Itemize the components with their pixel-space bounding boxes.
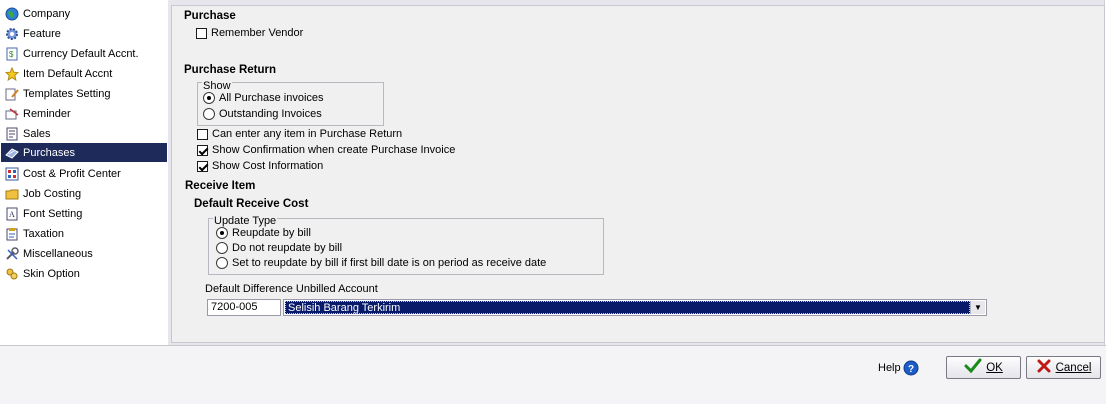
- radio-set-to-reupdate[interactable]: Set to reupdate by bill if first bill da…: [216, 257, 546, 269]
- font-document-icon: A: [4, 206, 20, 222]
- check-icon: [964, 358, 982, 377]
- ok-button[interactable]: OK: [946, 356, 1021, 379]
- sidebar-item-sales[interactable]: Sales: [1, 124, 167, 143]
- sidebar-item-cost-profit-center[interactable]: Cost & Profit Center: [1, 164, 167, 183]
- radio-reupdate-by-bill[interactable]: Reupdate by bill: [216, 227, 311, 239]
- purchase-return-section-header: Purchase Return: [184, 64, 277, 76]
- account-code-input[interactable]: 7200-005: [207, 299, 281, 316]
- gear-icon: [4, 26, 20, 42]
- sidebar-item-taxation[interactable]: Taxation: [1, 224, 167, 243]
- default-difference-account-label: Default Difference Unbilled Account: [205, 283, 378, 295]
- chevron-down-icon[interactable]: ▼: [970, 301, 985, 314]
- checkbox-box[interactable]: [197, 128, 208, 140]
- checkbox-label: Show Confirmation when create Purchase I…: [212, 144, 456, 156]
- skin-icon: [4, 266, 20, 282]
- sidebar-item-label: Templates Setting: [23, 87, 111, 100]
- sidebar-item-label: Item Default Accnt: [23, 67, 113, 80]
- radio-button[interactable]: [203, 108, 215, 120]
- sidebar-item-label: Currency Default Accnt.: [23, 47, 139, 60]
- sidebar-item-company[interactable]: Company: [1, 4, 167, 23]
- remember-vendor-checkbox[interactable]: Remember Vendor: [196, 27, 303, 39]
- radio-outstanding-invoices[interactable]: Outstanding Invoices: [203, 108, 322, 120]
- radio-button[interactable]: [216, 242, 228, 254]
- account-name-select[interactable]: Selisih Barang Terkirim ▼: [283, 299, 987, 316]
- checkbox-box[interactable]: [196, 27, 207, 39]
- svg-text:$: $: [9, 50, 14, 59]
- sidebar-item-feature[interactable]: Feature: [1, 24, 167, 43]
- tools-icon: [4, 246, 20, 262]
- svg-text:A: A: [9, 210, 15, 219]
- can-enter-any-item-checkbox[interactable]: Can enter any item in Purchase Return: [197, 128, 402, 140]
- sidebar-item-label: Taxation: [23, 227, 64, 240]
- show-group-title: Show: [202, 80, 232, 92]
- sidebar-item-miscellaneous[interactable]: Miscellaneous: [1, 244, 167, 263]
- sidebar-item-item-default[interactable]: Item Default Accnt: [1, 64, 167, 83]
- taxation-icon: [4, 226, 20, 242]
- sidebar-item-label: Purchases: [23, 146, 75, 159]
- checkbox-box[interactable]: [197, 144, 208, 156]
- cancel-button[interactable]: Cancel: [1026, 356, 1101, 379]
- radio-button[interactable]: [216, 257, 228, 269]
- show-confirmation-checkbox[interactable]: Show Confirmation when create Purchase I…: [197, 144, 455, 156]
- remember-vendor-label: Remember Vendor: [211, 27, 304, 39]
- sales-document-icon: [4, 126, 20, 142]
- sidebar-item-font-setting[interactable]: A Font Setting: [1, 204, 167, 223]
- svg-text:?: ?: [908, 364, 914, 375]
- sidebar-item-label: Feature: [23, 27, 61, 40]
- radio-label: Do not reupdate by bill: [232, 242, 343, 254]
- receive-item-section-header: Receive Item: [185, 180, 256, 192]
- radio-label: All Purchase invoices: [219, 92, 324, 104]
- star-icon: [4, 66, 20, 82]
- folder-icon: [4, 186, 20, 202]
- grid-chart-icon: [4, 166, 20, 182]
- sidebar-item-reminder[interactable]: Reminder: [1, 104, 167, 123]
- cancel-button-label: Cancel: [1055, 361, 1092, 374]
- show-cost-information-checkbox[interactable]: Show Cost Information: [197, 160, 323, 172]
- sidebar-item-label: Miscellaneous: [23, 247, 93, 260]
- sidebar-item-skin-option[interactable]: Skin Option: [1, 264, 167, 283]
- sidebar-item-label: Skin Option: [23, 267, 80, 280]
- radio-label: Reupdate by bill: [232, 227, 311, 239]
- radio-all-purchase-invoices[interactable]: All Purchase invoices: [203, 92, 324, 104]
- template-icon: [4, 86, 20, 102]
- close-icon: [1036, 358, 1052, 377]
- ok-button-label: OK: [986, 361, 1003, 374]
- update-type-group-title: Update Type: [213, 215, 278, 227]
- sidebar-item-label: Reminder: [23, 107, 71, 120]
- help-label[interactable]: Help: [878, 362, 901, 374]
- radio-do-not-reupdate[interactable]: Do not reupdate by bill: [216, 242, 342, 254]
- account-name-value: Selisih Barang Terkirim: [285, 301, 970, 314]
- sidebar-item-label: Cost & Profit Center: [23, 167, 121, 180]
- globe-icon: [4, 6, 20, 22]
- radio-button[interactable]: [203, 92, 215, 104]
- reminder-icon: [4, 106, 20, 122]
- sidebar-item-label: Sales: [23, 127, 51, 140]
- checkbox-box[interactable]: [197, 160, 208, 172]
- sidebar-item-label: Font Setting: [23, 207, 83, 220]
- help-icon[interactable]: ?: [903, 360, 919, 379]
- radio-button[interactable]: [216, 227, 228, 239]
- sidebar-item-purchases[interactable]: Purchases: [1, 143, 167, 162]
- sidebar: Company Feature $ Currency Default Accnt…: [0, 0, 168, 345]
- checkbox-label: Can enter any item in Purchase Return: [212, 128, 403, 140]
- sidebar-item-label: Company: [23, 7, 71, 20]
- purchases-icon: [4, 145, 20, 161]
- sidebar-item-label: Job Costing: [23, 187, 82, 200]
- purchase-section-header: Purchase: [184, 10, 236, 22]
- radio-label: Outstanding Invoices: [219, 108, 322, 120]
- currency-document-icon: $: [4, 46, 20, 62]
- checkbox-label: Show Cost Information: [212, 160, 324, 172]
- sidebar-item-job-costing[interactable]: Job Costing: [1, 184, 167, 203]
- dialog-footer: Help ? OK Cancel: [0, 345, 1106, 404]
- default-receive-cost-header: Default Receive Cost: [194, 198, 309, 210]
- sidebar-item-currency-default[interactable]: $ Currency Default Accnt.: [1, 44, 167, 63]
- radio-label: Set to reupdate by bill if first bill da…: [232, 257, 547, 269]
- sidebar-item-templates[interactable]: Templates Setting: [1, 84, 167, 103]
